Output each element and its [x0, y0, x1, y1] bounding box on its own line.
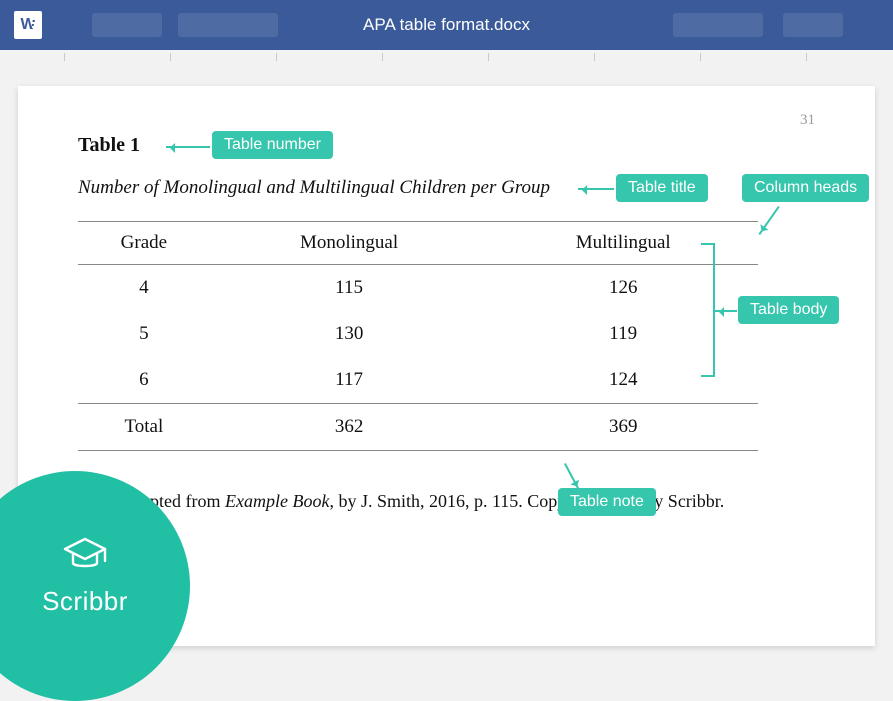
table-total-row: Total 362 369 [78, 404, 758, 451]
column-head: Multilingual [488, 222, 758, 265]
table-row: 6 117 124 [78, 357, 758, 404]
annotation-table-title: Table title [616, 174, 708, 202]
arrow-icon [758, 206, 779, 235]
column-head: Grade [78, 222, 210, 265]
titlebar-placeholder [178, 13, 278, 37]
arrow-icon [564, 463, 580, 490]
arrow-icon [578, 188, 614, 190]
annotation-table-number: Table number [212, 131, 333, 159]
annotation-column-heads: Column heads [742, 174, 869, 202]
annotation-table-note: Table note [558, 488, 656, 516]
page-number: 31 [800, 112, 815, 129]
bracket-icon [701, 243, 715, 377]
arrow-icon [715, 310, 737, 312]
document-filename: APA table format.docx [363, 15, 530, 35]
table-number: Table 1 [78, 134, 140, 156]
table-note: Note. Adapted from Example Book, by J. S… [78, 491, 815, 512]
column-head: Monolingual [210, 222, 489, 265]
table-row: 4 115 126 [78, 265, 758, 312]
ruler [0, 50, 893, 66]
titlebar-placeholder [783, 13, 843, 37]
titlebar-placeholder [673, 13, 763, 37]
brand-name: Scribbr [42, 586, 128, 617]
titlebar: W APA table format.docx [0, 0, 893, 50]
table-row: 5 130 119 [78, 311, 758, 357]
word-icon: W [14, 11, 42, 39]
note-book-title: Example Book [225, 491, 329, 511]
arrow-icon [166, 146, 210, 148]
titlebar-placeholder [92, 13, 162, 37]
apa-table: Grade Monolingual Multilingual 4 115 126… [78, 221, 758, 451]
graduation-cap-icon [61, 535, 109, 580]
table-header-row: Grade Monolingual Multilingual [78, 222, 758, 265]
annotation-table-body: Table body [738, 296, 839, 324]
